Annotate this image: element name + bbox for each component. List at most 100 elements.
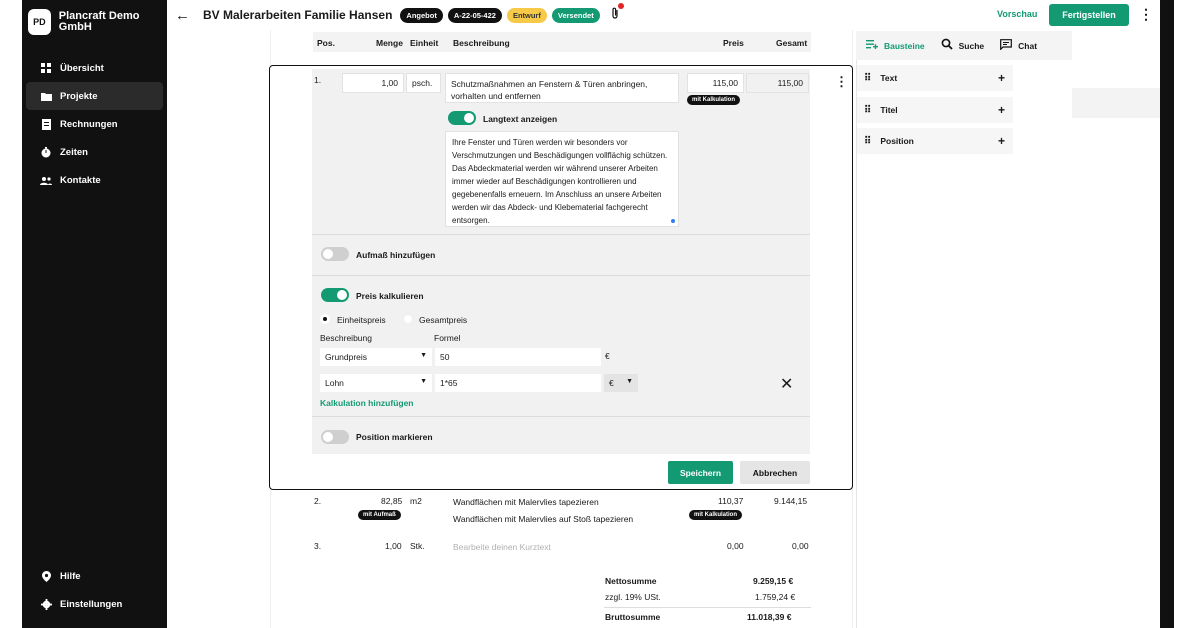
col-gesamt: Gesamt bbox=[776, 38, 808, 48]
stopwatch-icon bbox=[40, 146, 52, 158]
kalkulation-pill[interactable]: mit Kalkulation bbox=[689, 510, 743, 520]
baustein-position[interactable]: ⠿ Position + bbox=[856, 128, 1013, 154]
toggle-knob bbox=[323, 432, 333, 442]
col-preis: Preis bbox=[723, 38, 744, 48]
pos-preis[interactable]: 110,37 bbox=[718, 496, 743, 506]
badge-number: A-22-05-422 bbox=[447, 7, 502, 23]
calc-formel-input[interactable]: 1*65 bbox=[435, 374, 601, 392]
col-beschreibung: Beschreibung bbox=[453, 38, 510, 48]
calc-formel-input[interactable]: 50 bbox=[435, 348, 601, 366]
left-margin bbox=[0, 0, 22, 628]
radio-gesamtpreis[interactable] bbox=[403, 314, 413, 324]
pos-preis[interactable]: 0,00 bbox=[727, 541, 744, 551]
sidebar-item-kontakte[interactable]: Kontakte bbox=[26, 166, 163, 194]
tab-suche[interactable]: Suche bbox=[941, 38, 985, 53]
ust-value: 1.759,24 € bbox=[755, 592, 796, 602]
chevron-down-icon: ▼ bbox=[626, 378, 633, 385]
radio-einheitspreis[interactable] bbox=[320, 314, 330, 324]
attachment-icon[interactable] bbox=[611, 3, 624, 23]
sidebar-item-uebersicht[interactable]: Übersicht bbox=[26, 54, 163, 82]
radio-gesamtpreis-label: Gesamtpreis bbox=[419, 315, 468, 325]
company-logo[interactable]: PD bbox=[28, 9, 51, 35]
drag-handle-icon[interactable]: ⠿ bbox=[864, 73, 871, 84]
pos-kurztext[interactable]: Wandflächen mit Malervlies tapezieren bbox=[453, 497, 599, 507]
pos-menge[interactable]: 82,85 bbox=[381, 496, 402, 506]
sidebar-item-zeiten[interactable]: Zeiten bbox=[26, 138, 163, 166]
drag-handle-icon[interactable]: ⠿ bbox=[864, 136, 871, 147]
calc-desc-value: Grundpreis bbox=[325, 352, 368, 362]
pos-gesamt: 0,00 bbox=[792, 541, 809, 551]
kalkulation-pill[interactable]: mit Kalkulation bbox=[687, 95, 741, 105]
pos-menge[interactable]: 1,00 bbox=[385, 541, 402, 551]
location-icon bbox=[40, 570, 52, 582]
calc-desc-select[interactable]: Grundpreis ▼ bbox=[320, 348, 432, 366]
gear-icon bbox=[40, 598, 52, 610]
sidebar: PD Plancraft Demo GmbH Übersicht Projekt… bbox=[22, 0, 167, 628]
pos-langtext[interactable]: Wandflächen mit Malervlies auf Stoß tape… bbox=[453, 514, 633, 524]
sidebar-item-hilfe[interactable]: Hilfe bbox=[26, 562, 163, 590]
kurztext-input[interactable]: Schutzmaßnahmen an Fenstern & Türen anbr… bbox=[445, 73, 679, 103]
plus-icon[interactable]: + bbox=[998, 134, 1005, 148]
add-calc-link[interactable]: Kalkulation hinzufügen bbox=[320, 398, 414, 408]
preview-link[interactable]: Vorschau bbox=[997, 9, 1037, 19]
sidebar-item-label: Projekte bbox=[60, 90, 98, 102]
plus-icon[interactable]: + bbox=[998, 71, 1005, 85]
more-menu-icon[interactable]: ⋮ bbox=[1139, 6, 1153, 23]
right-panel-tabs: Bausteine Suche Chat bbox=[856, 31, 1072, 60]
finish-button[interactable]: Fertigstellen bbox=[1049, 4, 1129, 26]
preis-kalk-label: Preis kalkulieren bbox=[356, 291, 424, 301]
totals-divider bbox=[604, 607, 811, 608]
einheit-input[interactable]: psch. bbox=[406, 73, 441, 93]
sidebar-item-label: Zeiten bbox=[60, 146, 88, 158]
baustein-text[interactable]: ⠿ Text + bbox=[856, 65, 1013, 91]
tab-chat[interactable]: Chat bbox=[1000, 38, 1038, 53]
brutto-value: 11.018,39 € bbox=[747, 612, 792, 622]
col-menge: Menge bbox=[376, 38, 403, 48]
pos-einheit[interactable]: m2 bbox=[410, 496, 422, 506]
position-menu-icon[interactable]: ⋮ bbox=[835, 74, 848, 90]
cancel-button[interactable]: Abbrechen bbox=[740, 461, 810, 484]
calc-col-beschreibung: Beschreibung bbox=[320, 333, 372, 343]
langtext-content: Ihre Fenster und Türen werden wir besond… bbox=[452, 138, 668, 225]
people-icon bbox=[40, 174, 52, 186]
pos-kurztext-placeholder[interactable]: Bearbeite deinen Kurztext bbox=[453, 542, 551, 552]
tab-label: Suche bbox=[958, 40, 985, 51]
top-header: ← BV Malerarbeiten Familie Hansen Angebo… bbox=[167, 0, 1160, 30]
netto-value: 9.259,15 € bbox=[753, 576, 794, 586]
tab-bausteine[interactable]: Bausteine bbox=[866, 39, 925, 52]
calc-desc-select[interactable]: Lohn ▼ bbox=[320, 374, 432, 392]
langtext-textarea[interactable]: Ihre Fenster und Türen werden wir besond… bbox=[445, 131, 679, 227]
pos-einheit[interactable]: Stk. bbox=[410, 541, 425, 551]
sidebar-nav: Übersicht Projekte Rechnungen Zeiten Kon… bbox=[22, 54, 167, 194]
aufmass-label: Aufmaß hinzufügen bbox=[356, 250, 436, 260]
tab-label: Bausteine bbox=[884, 40, 925, 51]
drag-handle-icon[interactable]: ⠿ bbox=[864, 105, 871, 116]
notification-dot bbox=[617, 3, 624, 9]
back-arrow-icon[interactable]: ← bbox=[175, 7, 190, 24]
window-edge bbox=[1160, 0, 1174, 628]
badge-status-draft: Entwurf bbox=[506, 7, 547, 23]
preis-kalk-toggle[interactable] bbox=[321, 288, 349, 302]
preis-input[interactable]: 115,00 bbox=[687, 73, 744, 93]
netto-label: Nettosumme bbox=[605, 576, 657, 586]
baustein-titel[interactable]: ⠿ Titel + bbox=[856, 97, 1013, 123]
calc-unit-select[interactable]: € ▼ bbox=[604, 374, 638, 392]
sidebar-item-rechnungen[interactable]: Rechnungen bbox=[26, 110, 163, 138]
menge-input[interactable]: 1,00 bbox=[342, 73, 404, 93]
aufmass-pill[interactable]: mit Aufmaß bbox=[358, 510, 401, 520]
sidebar-header: PD Plancraft Demo GmbH bbox=[22, 0, 167, 44]
plus-icon[interactable]: + bbox=[998, 103, 1005, 117]
save-button[interactable]: Speichern bbox=[668, 461, 733, 484]
col-einheit: Einheit bbox=[410, 38, 439, 48]
sidebar-item-einstellungen[interactable]: Einstellungen bbox=[26, 590, 163, 618]
sidebar-item-projekte[interactable]: Projekte bbox=[26, 82, 163, 110]
mark-toggle[interactable] bbox=[321, 430, 349, 444]
tab-label: Chat bbox=[1018, 40, 1038, 51]
right-panel-border bbox=[856, 60, 857, 628]
close-icon[interactable]: ✕ bbox=[780, 374, 793, 394]
langtext-toggle[interactable] bbox=[448, 111, 476, 125]
aufmass-toggle[interactable] bbox=[321, 247, 349, 261]
resize-handle-icon[interactable] bbox=[671, 219, 675, 223]
chevron-down-icon: ▼ bbox=[420, 378, 427, 385]
baustein-label: Titel bbox=[880, 105, 898, 115]
